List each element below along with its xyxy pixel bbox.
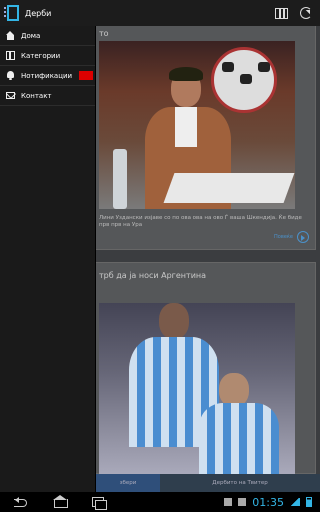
back-icon[interactable]: [14, 496, 30, 508]
action-bar: Дерби: [0, 0, 320, 26]
clock: 01:35: [252, 495, 284, 509]
system-nav-bar: 01:35: [0, 492, 320, 512]
battery-icon: [306, 497, 312, 507]
read-more-button[interactable]: Повеќе: [274, 231, 309, 243]
app-drawer-icon[interactable]: [4, 3, 20, 23]
navigation-drawer: Дома Категории Нотификации Контакт: [0, 26, 96, 492]
layout-toggle-icon[interactable]: [275, 7, 288, 19]
drawer-item-label: Нотификации: [21, 71, 73, 80]
drawer-item-contact[interactable]: Контакт: [0, 86, 95, 106]
mail-icon: [6, 92, 15, 99]
bottle: [113, 149, 127, 209]
read-more-label: Повеќе: [274, 234, 293, 240]
notification-icon: [224, 498, 233, 506]
facebook-button[interactable]: збери: [96, 474, 160, 492]
drawer-item-home[interactable]: Дома: [0, 26, 95, 46]
drawer-item-label: Контакт: [21, 91, 52, 100]
twitter-button[interactable]: Дербито на Твитер: [160, 474, 320, 492]
arrow-right-icon: [297, 231, 309, 243]
download-icon: [238, 498, 247, 506]
notification-toggle[interactable]: [79, 71, 93, 80]
article-image: [99, 303, 295, 474]
article-image: [99, 41, 295, 209]
article-excerpt: Лини Уздански изјаве со по ова ова на ов…: [99, 215, 302, 228]
wifi-icon: [290, 498, 300, 506]
recent-apps-icon[interactable]: [90, 496, 107, 510]
share-bar: збери Дербито на Твитер: [96, 474, 320, 492]
refresh-icon[interactable]: [300, 7, 312, 19]
home-nav-icon[interactable]: [52, 495, 68, 508]
bell-icon: [6, 71, 15, 80]
status-area[interactable]: 01:35: [224, 496, 312, 509]
drawer-item-label: Дома: [21, 31, 41, 40]
drawer-item-categories[interactable]: Категории: [0, 46, 95, 66]
home-icon: [6, 31, 15, 40]
drawer-item-label: Категории: [21, 51, 61, 60]
categories-icon: [6, 51, 15, 60]
drawer-item-notifications[interactable]: Нотификации: [0, 66, 95, 86]
app-title: Дерби: [25, 8, 52, 18]
